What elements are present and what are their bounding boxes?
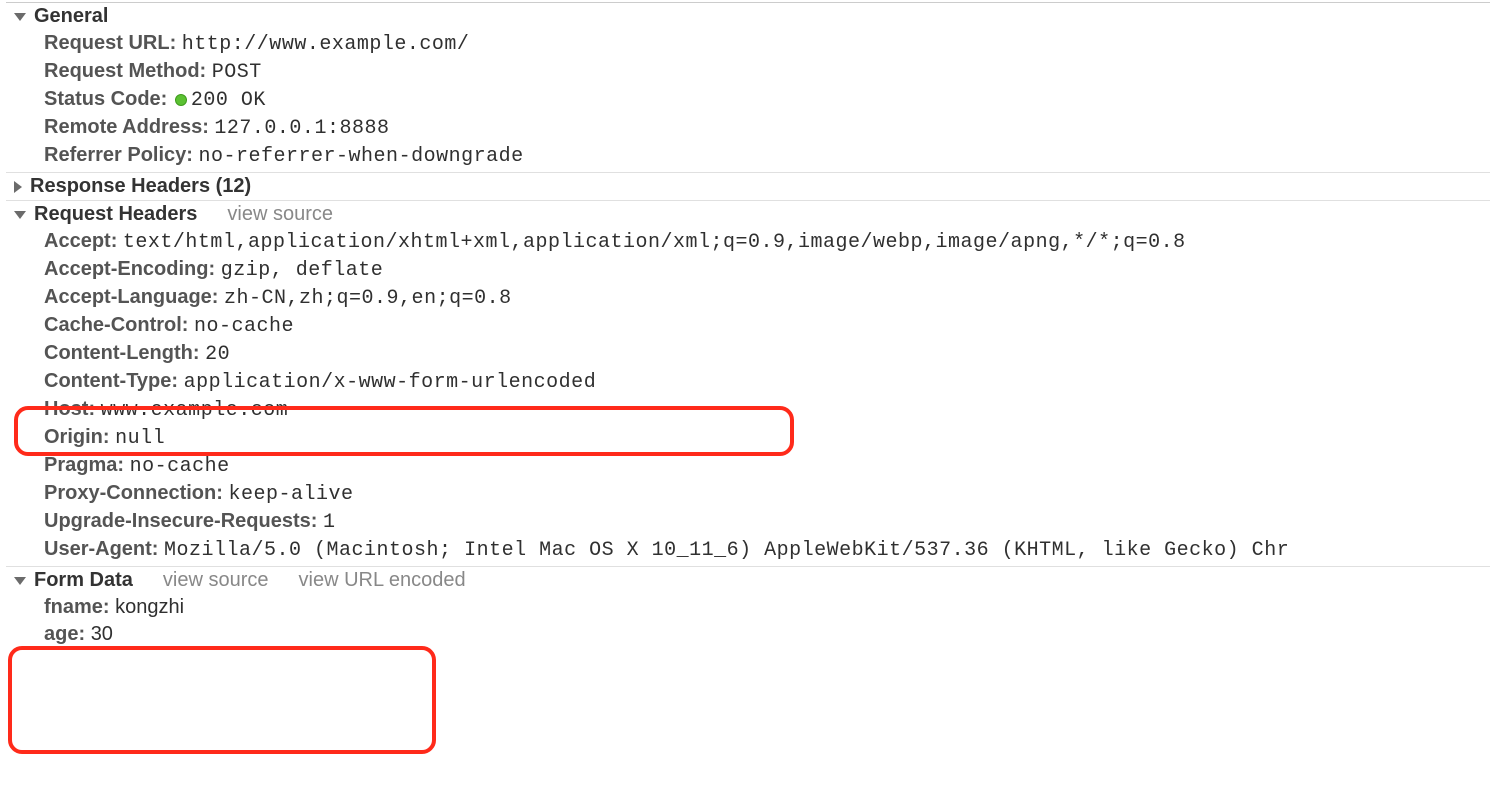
section-response-headers-title: Response Headers: [30, 175, 210, 197]
link-view-source-form[interactable]: view source: [163, 569, 269, 592]
label-accept: Accept:: [44, 230, 117, 252]
general-rows: Request URL: http://www.example.com/ Req…: [6, 30, 1490, 172]
section-request-headers-header[interactable]: Request Headers view source: [6, 201, 1490, 228]
value-pragma: no-cache: [130, 455, 230, 478]
value-age: 30: [91, 623, 113, 645]
label-request-method: Request Method:: [44, 60, 206, 82]
chevron-right-icon: [14, 181, 22, 193]
label-status-code: Status Code:: [44, 88, 167, 110]
label-content-length: Content-Length:: [44, 342, 200, 364]
label-cache-control: Cache-Control:: [44, 314, 188, 336]
link-view-url-encoded[interactable]: view URL encoded: [299, 569, 466, 592]
value-request-method: POST: [212, 61, 262, 84]
value-remote-address: 127.0.0.1:8888: [214, 117, 389, 140]
label-request-url: Request URL:: [44, 32, 176, 54]
value-content-type: application/x-www-form-urlencoded: [184, 371, 597, 394]
label-upgrade-insecure: Upgrade-Insecure-Requests:: [44, 510, 317, 532]
label-host: Host:: [44, 398, 95, 420]
row-status-code: Status Code: 200 OK: [44, 86, 1490, 114]
value-accept-encoding: gzip, deflate: [221, 259, 384, 282]
label-pragma: Pragma:: [44, 454, 124, 476]
label-accept-language: Accept-Language:: [44, 286, 218, 308]
section-request-headers-title: Request Headers: [34, 203, 197, 226]
network-headers-panel: General Request URL: http://www.example.…: [0, 0, 1490, 650]
label-age: age:: [44, 623, 85, 645]
section-form-data-title: Form Data: [34, 569, 133, 592]
value-accept: text/html,application/xhtml+xml,applicat…: [123, 231, 1186, 254]
row-request-method: Request Method: POST: [44, 58, 1490, 86]
value-upgrade-insecure: 1: [323, 511, 336, 534]
request-headers-rows: Accept: text/html,application/xhtml+xml,…: [6, 228, 1490, 566]
value-cache-control: no-cache: [194, 315, 294, 338]
label-user-agent: User-Agent:: [44, 538, 158, 560]
section-response-headers-count: (12): [216, 175, 252, 197]
value-status-code: 200 OK: [191, 89, 266, 112]
chevron-down-icon: [14, 13, 26, 21]
chevron-down-icon: [14, 211, 26, 219]
label-proxy-connection: Proxy-Connection:: [44, 482, 223, 504]
section-form-data-header[interactable]: Form Data view source view URL encoded: [6, 567, 1490, 594]
label-content-type: Content-Type:: [44, 370, 178, 392]
row-referrer-policy: Referrer Policy: no-referrer-when-downgr…: [44, 142, 1490, 170]
value-host: www.example.com: [101, 399, 289, 422]
section-general-header[interactable]: General: [6, 3, 1490, 30]
label-remote-address: Remote Address:: [44, 116, 209, 138]
label-origin: Origin:: [44, 426, 110, 448]
value-user-agent: Mozilla/5.0 (Macintosh; Intel Mac OS X 1…: [164, 539, 1289, 562]
form-data-rows: fname: kongzhi age: 30: [6, 594, 1490, 650]
value-request-url: http://www.example.com/: [182, 33, 470, 56]
annotation-box-form-data: [8, 646, 436, 754]
section-general-title: General: [34, 5, 108, 28]
row-request-url: Request URL: http://www.example.com/: [44, 30, 1490, 58]
link-view-source[interactable]: view source: [227, 203, 333, 226]
value-accept-language: zh-CN,zh;q=0.9,en;q=0.8: [224, 287, 512, 310]
chevron-down-icon: [14, 577, 26, 585]
row-remote-address: Remote Address: 127.0.0.1:8888: [44, 114, 1490, 142]
label-referrer-policy: Referrer Policy:: [44, 144, 193, 166]
value-fname: kongzhi: [115, 596, 184, 618]
value-content-length: 20: [205, 343, 230, 366]
label-accept-encoding: Accept-Encoding:: [44, 258, 215, 280]
value-proxy-connection: keep-alive: [228, 483, 353, 506]
section-response-headers-header[interactable]: Response Headers (12): [6, 173, 1490, 200]
label-fname: fname:: [44, 596, 110, 618]
status-dot-icon: [175, 94, 187, 106]
value-origin: null: [115, 427, 165, 450]
value-referrer-policy: no-referrer-when-downgrade: [199, 145, 524, 168]
